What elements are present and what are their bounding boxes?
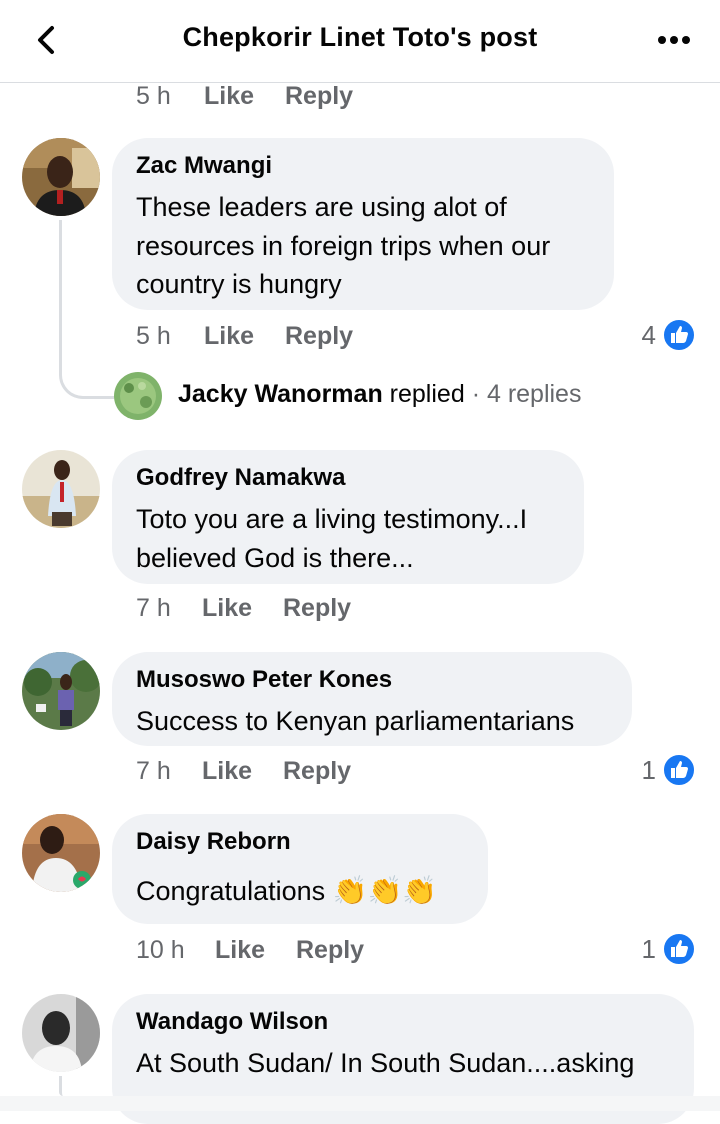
reply-summary-text[interactable]: Jacky Wanorman replied · 4 replies <box>178 380 581 409</box>
thread-connector <box>59 1076 63 1096</box>
like-button[interactable]: Like <box>202 594 252 623</box>
reaction-summary[interactable]: 1 <box>600 932 696 968</box>
avatar-photo <box>22 994 100 1072</box>
thread-connector <box>59 220 114 399</box>
avatar[interactable] <box>22 994 100 1072</box>
avatar <box>114 372 162 420</box>
comment-text: Success to Kenyan parliamentarians <box>136 706 575 736</box>
reaction-summary[interactable]: 4 <box>600 318 696 354</box>
reply-button[interactable]: Reply <box>283 594 351 623</box>
avatar[interactable] <box>22 450 100 528</box>
comment-bubble[interactable]: Zac Mwangi These leaders are using alot … <box>112 138 614 310</box>
like-reaction-icon <box>662 932 696 966</box>
comment-text: These leaders are using alot of resource… <box>136 192 551 299</box>
reaction-count: 1 <box>641 934 656 964</box>
comment-author[interactable]: Zac Mwangi <box>136 152 272 180</box>
top-bar: Chepkorir Linet Toto's post <box>0 0 720 83</box>
like-reaction-icon <box>662 753 696 787</box>
comment-bubble[interactable]: Godfrey Namakwa Toto you are a living te… <box>112 450 584 584</box>
clapping-hands-emoji: 👏👏👏 <box>332 875 438 906</box>
like-button[interactable]: Like <box>202 757 252 786</box>
like-reaction-icon <box>662 318 696 352</box>
avatar[interactable] <box>22 814 100 892</box>
separator-dot: · <box>471 380 481 408</box>
comment-time: 5 h <box>136 82 171 110</box>
reaction-count: 1 <box>641 755 656 785</box>
reply-author: Jacky Wanorman <box>178 380 383 408</box>
avatar-photo <box>22 652 100 730</box>
comment-author[interactable]: Wandago Wilson <box>136 1008 328 1036</box>
bottom-edge <box>0 1096 720 1111</box>
reply-button[interactable]: Reply <box>283 757 351 786</box>
comment-author[interactable]: Godfrey Namakwa <box>136 464 345 492</box>
comment-author[interactable]: Musoswo Peter Kones <box>136 666 392 694</box>
comment-author[interactable]: Daisy Reborn <box>136 828 291 856</box>
reply-verb: replied <box>389 380 465 408</box>
comment-time: 5 h <box>136 322 171 350</box>
comment-time: 7 h <box>136 757 171 785</box>
comment-meta: 7 h Like Reply <box>136 757 436 787</box>
avatar[interactable] <box>22 652 100 730</box>
avatar-photo <box>114 372 162 420</box>
avatar-photo <box>22 814 100 892</box>
comment-meta: 5 h Like Reply <box>136 322 436 352</box>
comment-bubble[interactable]: Daisy Reborn Congratulations 👏👏👏 <box>112 814 488 924</box>
avatar[interactable] <box>22 138 100 216</box>
comment-meta: 7 h Like Reply <box>136 594 436 624</box>
previous-comment-meta: 5 h Like Reply <box>136 82 436 112</box>
like-button[interactable]: Like <box>215 936 265 965</box>
comment-text: Congratulations 👏👏👏 <box>136 872 437 911</box>
more-horizontal-icon[interactable] <box>654 28 694 52</box>
comment-time: 10 h <box>136 936 185 964</box>
comment-bubble[interactable]: Musoswo Peter Kones Success to Kenyan pa… <box>112 652 632 746</box>
reply-summary[interactable]: Jacky Wanorman replied · 4 replies <box>114 372 614 420</box>
like-button[interactable]: Like <box>204 82 254 111</box>
reaction-summary[interactable]: 1 <box>600 753 696 789</box>
comment-text: At South Sudan/ In South Sudan....asking <box>136 1048 635 1078</box>
reply-button[interactable]: Reply <box>285 322 353 351</box>
reply-count: 4 replies <box>486 380 582 408</box>
comment-time: 7 h <box>136 594 171 622</box>
reaction-count: 4 <box>641 320 656 350</box>
reply-button[interactable]: Reply <box>296 936 364 965</box>
page-title: Chepkorir Linet Toto's post <box>182 22 538 52</box>
reply-button[interactable]: Reply <box>285 82 353 111</box>
comment-text: Toto you are a living testimony...I beli… <box>136 504 528 573</box>
comment-meta: 10 h Like Reply <box>136 936 436 966</box>
like-button[interactable]: Like <box>204 322 254 351</box>
avatar-photo <box>22 138 100 216</box>
avatar-photo <box>22 450 100 528</box>
comment-text-body: Congratulations <box>136 876 326 906</box>
